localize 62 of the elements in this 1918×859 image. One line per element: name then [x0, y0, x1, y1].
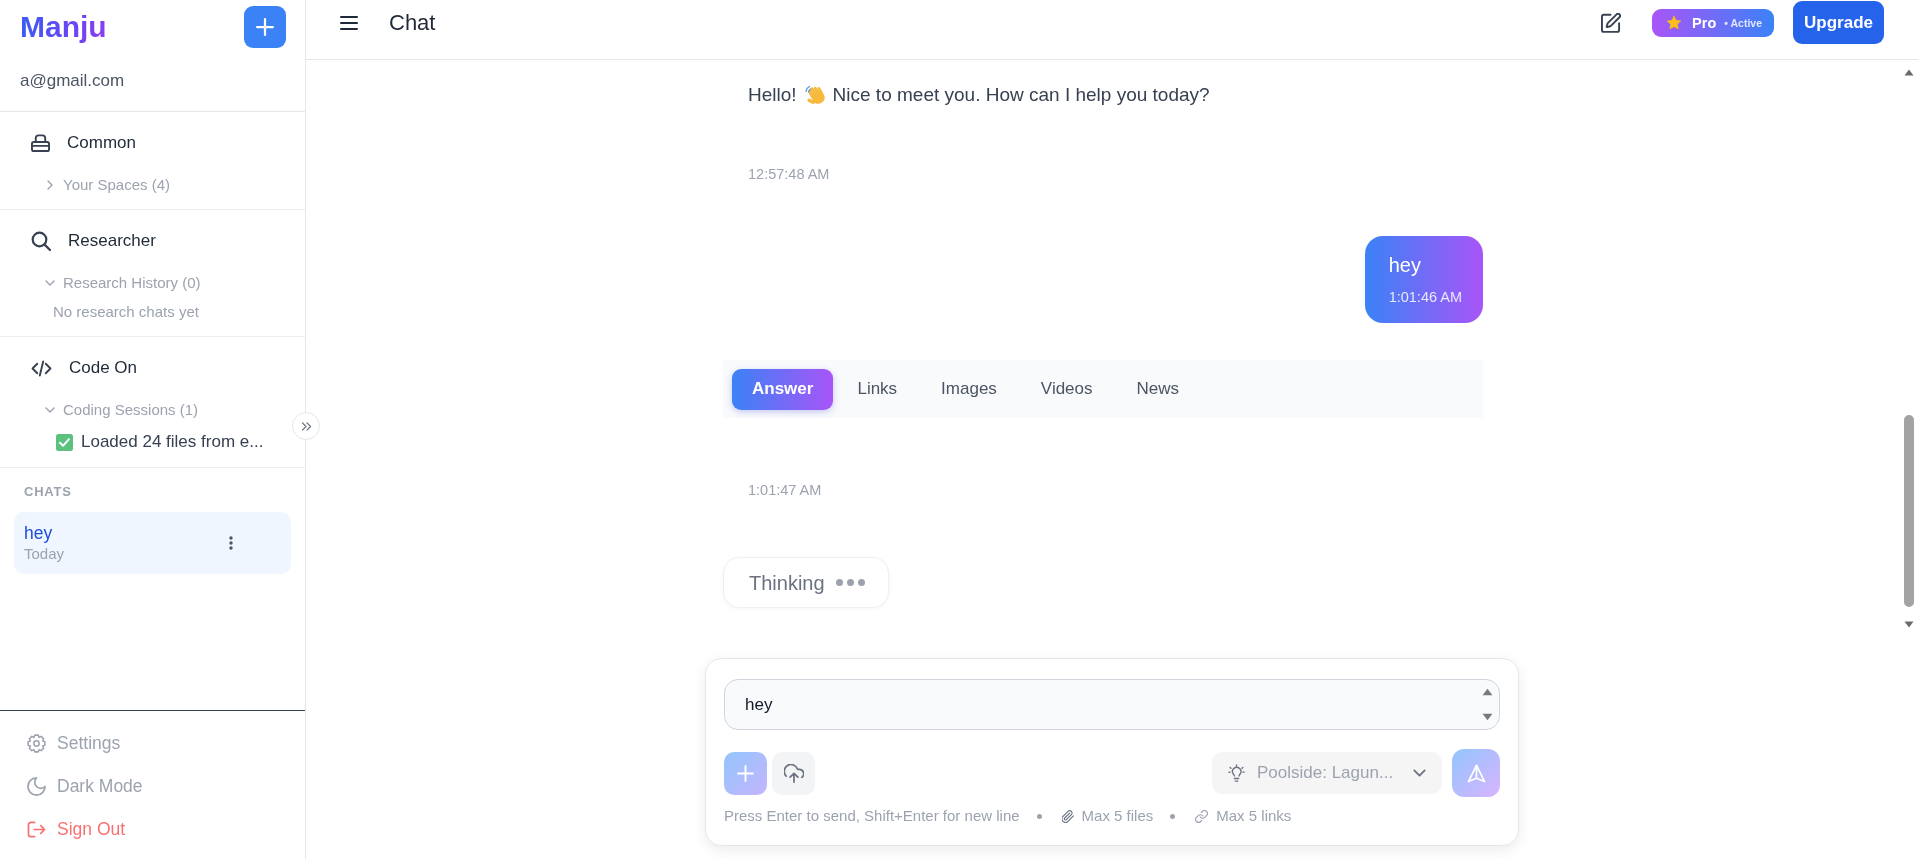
link-icon [1195, 809, 1209, 823]
plan-name: Pro [1692, 13, 1717, 32]
kebab-icon [229, 536, 233, 550]
chat-item[interactable]: hey Today [14, 512, 291, 574]
result-tab[interactable]: Answer [732, 368, 834, 410]
typing-dot-icon [846, 579, 854, 586]
waving-hand-icon [803, 84, 826, 106]
upload-button[interactable] [772, 751, 815, 795]
result-tab[interactable]: Links [837, 368, 918, 410]
message-time: 1:01:46 AM [1388, 288, 1462, 307]
moon-icon [27, 777, 46, 796]
user-email: a@gmail.com [20, 70, 126, 92]
hint-text: Press Enter to send, Shift+Enter for new line [724, 807, 1020, 825]
scroll-up-arrow-icon [1482, 688, 1493, 696]
scroll-down-arrow-icon [1904, 621, 1914, 628]
sign-out-icon [27, 821, 46, 838]
tray-icon [31, 134, 50, 152]
settings-icon [27, 734, 46, 753]
plus-icon [737, 764, 754, 782]
paperclip-icon [1061, 809, 1074, 823]
page-title: Chat [389, 8, 436, 37]
plan-status: • Active [1724, 15, 1762, 30]
scroll-up-arrow-icon [1904, 69, 1914, 76]
message-input[interactable]: hey [724, 679, 1500, 730]
chat-title: hey [24, 522, 53, 544]
chevron-down-icon [1413, 769, 1426, 777]
add-button[interactable] [724, 751, 767, 795]
result-tab[interactable]: News [1116, 368, 1200, 410]
result-tab[interactable]: Images [921, 368, 1017, 410]
message-time: 12:57:48 AM [748, 165, 830, 184]
double-chevron-right-icon [300, 421, 312, 431]
sidebar-nav-item[interactable]: Code On [31, 348, 138, 388]
empty-message: No research chats yet [53, 302, 199, 322]
message-time: 1:01:47 AM [748, 481, 822, 500]
plus-icon [256, 18, 274, 36]
checkbox-icon [56, 433, 73, 451]
sidebar-nav-item[interactable]: Researcher [31, 221, 156, 261]
paper-plane-icon [1466, 763, 1486, 783]
scrollbar-thumb[interactable] [1904, 415, 1914, 607]
message-text: hey [1388, 253, 1421, 278]
cloud-upload-icon [783, 763, 804, 783]
thinking-text: Thinking [749, 570, 825, 596]
new-chat-button[interactable] [244, 6, 286, 48]
lightbulb-icon [1228, 764, 1245, 782]
typing-dot-icon [835, 579, 843, 586]
typing-dot-icon [857, 579, 865, 586]
hint-text: Max 5 links [1216, 807, 1292, 825]
session-item[interactable]: Loaded 24 files from e... [56, 429, 264, 455]
greeting-text: Hello! [748, 83, 797, 107]
section-heading: CHATS [24, 483, 72, 501]
code-icon [31, 359, 52, 377]
upgrade-button[interactable]: Upgrade [1793, 1, 1884, 44]
sidebar-nav-item[interactable]: Common [31, 123, 136, 163]
result-tab[interactable]: Videos [1020, 368, 1113, 410]
scroll-down-arrow-icon [1482, 713, 1493, 721]
hint-text: Max 5 files [1081, 807, 1154, 825]
star-icon [1666, 15, 1683, 30]
message-text: Nice to meet you. How can I help you today? [832, 83, 1210, 107]
menu-icon [340, 15, 358, 30]
edit-icon [1601, 12, 1622, 33]
chat-date: Today [24, 544, 65, 564]
search-icon [31, 231, 51, 251]
